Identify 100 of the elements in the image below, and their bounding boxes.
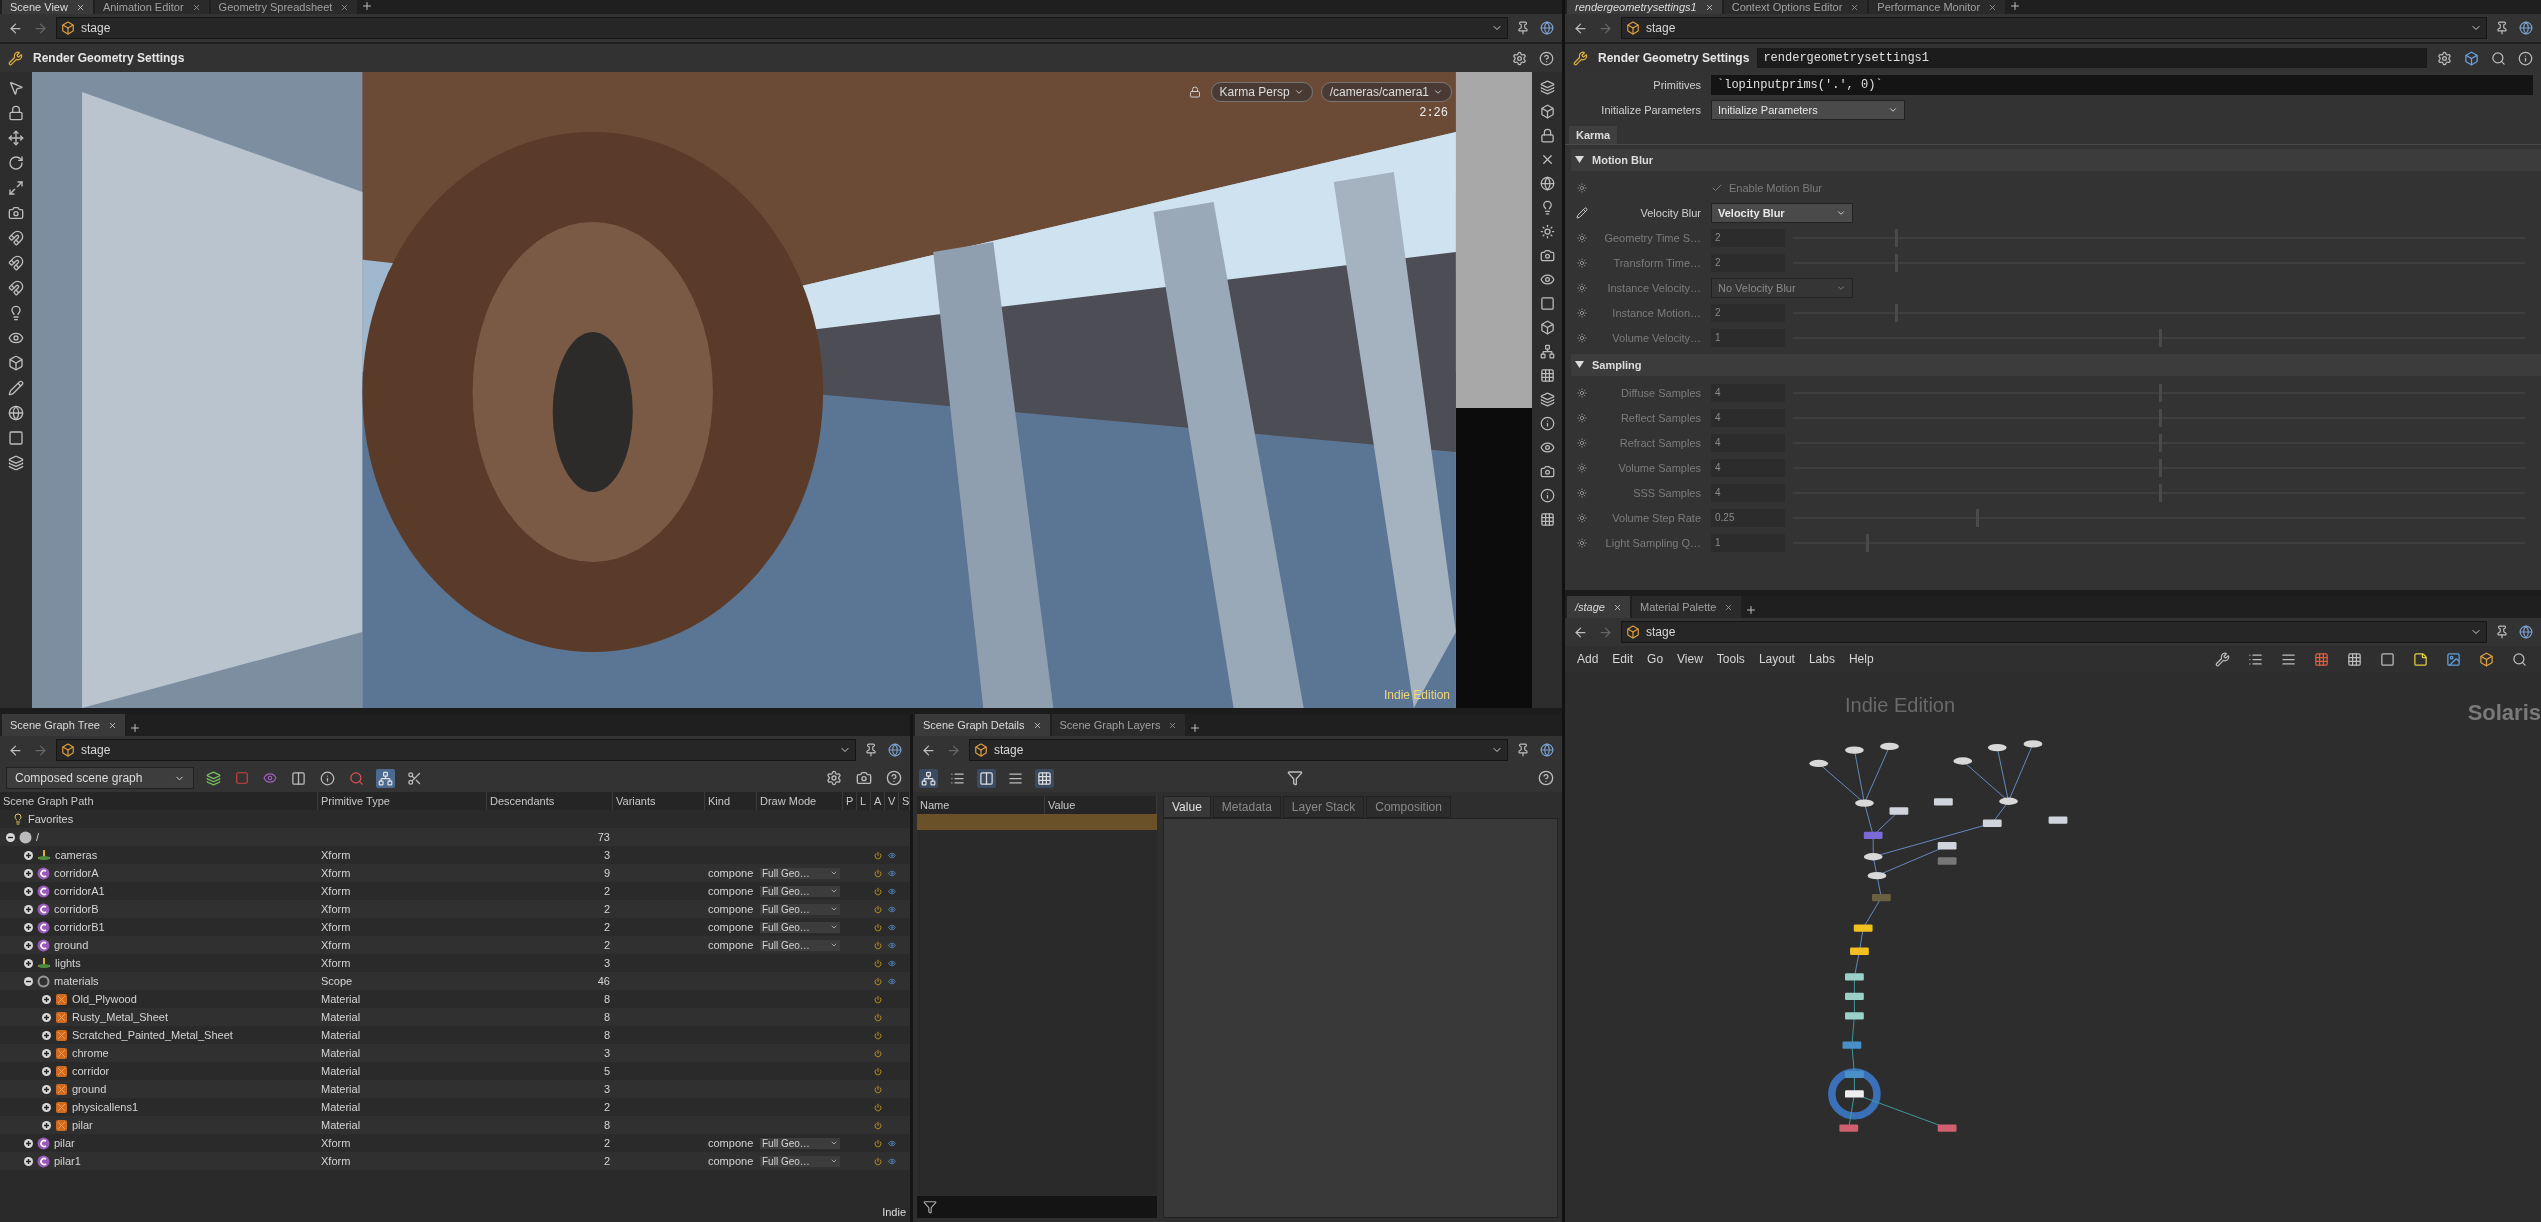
power-icon[interactable] — [874, 849, 882, 861]
expand-icon[interactable] — [24, 922, 33, 932]
camera-menu[interactable]: /cameras/camera1 — [1320, 82, 1452, 102]
close-icon[interactable] — [1988, 2, 1998, 12]
pencil-icon[interactable] — [6, 378, 26, 398]
expand-icon[interactable] — [24, 1156, 33, 1166]
column-header[interactable]: Primitive Type — [318, 792, 487, 810]
magnet-icon[interactable] — [6, 228, 26, 248]
tree-row[interactable]: cameras Xform 3 — [0, 846, 910, 864]
graph-node[interactable] — [1863, 831, 1883, 840]
pane-tab[interactable]: Scene View — [2, 0, 93, 14]
rotate-icon[interactable] — [6, 153, 26, 173]
expand-icon[interactable] — [42, 1120, 51, 1130]
draw-mode-select[interactable]: Full Geo… — [760, 867, 840, 879]
menu-item[interactable]: Add — [1577, 652, 1599, 666]
expand-icon[interactable] — [24, 940, 33, 950]
path-field[interactable]: stage — [969, 739, 1508, 761]
columns-icon[interactable] — [977, 768, 996, 788]
column-header[interactable]: L — [857, 792, 871, 810]
pane-tab[interactable]: Scene Graph Tree — [2, 714, 125, 736]
graph-node[interactable] — [1845, 746, 1864, 754]
tab[interactable]: Metadata — [1212, 796, 1281, 818]
expand-icon[interactable] — [42, 1048, 51, 1058]
power-icon[interactable] — [874, 1047, 882, 1059]
graph-node[interactable] — [1889, 807, 1909, 815]
settings-icon[interactable] — [824, 768, 844, 788]
initialize-button[interactable]: Initialize Parameters — [1711, 100, 1905, 120]
power-icon[interactable] — [874, 975, 882, 987]
collapse-icon[interactable] — [6, 832, 15, 842]
tab[interactable]: Layer Stack — [1282, 796, 1365, 818]
pane-tab[interactable]: rendergeometrysettings1 — [1567, 0, 1722, 14]
graph-node[interactable] — [1845, 1070, 1864, 1079]
expand-icon[interactable] — [42, 1102, 51, 1112]
globe-icon[interactable] — [6, 403, 26, 423]
column-header[interactable]: Scene Graph Path — [0, 792, 318, 810]
folder-tab[interactable]: Karma — [1569, 126, 1618, 144]
close-icon[interactable] — [107, 720, 117, 730]
expand-icon[interactable] — [24, 904, 33, 914]
power-icon[interactable] — [874, 1029, 882, 1041]
graph-node[interactable] — [1839, 1124, 1859, 1132]
primitives-field[interactable]: `lopinputprims('.', 0)` — [1711, 75, 2533, 95]
filter-icon[interactable] — [921, 1198, 939, 1216]
expand-icon[interactable] — [42, 994, 51, 1004]
tree-row[interactable]: pilar Xform 2 compone Full Geo… — [0, 1134, 910, 1152]
close-icon[interactable] — [75, 2, 85, 12]
power-icon[interactable] — [874, 957, 882, 969]
close-icon[interactable] — [191, 2, 201, 12]
graph-node[interactable] — [1987, 743, 2007, 752]
column-header[interactable]: Variants — [613, 792, 705, 810]
path-field[interactable]: stage — [1621, 621, 2487, 643]
tree-row[interactable]: corridorA1 Xform 2 compone Full Geo… — [0, 882, 910, 900]
path-field[interactable]: stage — [56, 17, 1508, 39]
draw-mode-select[interactable]: Full Geo… — [760, 903, 840, 915]
tree-row[interactable]: physicallens1 Material 2 — [0, 1098, 910, 1116]
graph-node[interactable] — [1999, 797, 2018, 805]
column-header[interactable]: Kind — [705, 792, 757, 810]
graph-node[interactable] — [1937, 1124, 1957, 1132]
expand-icon[interactable] — [42, 1012, 51, 1022]
draw-mode-select[interactable]: Full Geo… — [760, 1155, 840, 1167]
tab[interactable]: Composition — [1366, 796, 1451, 818]
magnet-icon[interactable] — [6, 278, 26, 298]
lock-icon[interactable] — [6, 103, 26, 123]
graph-node[interactable] — [1871, 893, 1891, 902]
expand-icon[interactable] — [42, 1066, 51, 1076]
power-icon[interactable] — [874, 1137, 882, 1149]
help-icon[interactable] — [884, 768, 904, 788]
column-header[interactable]: Draw Mode — [757, 792, 843, 810]
graph-node[interactable] — [1982, 819, 2002, 827]
tree-row[interactable]: Favorites — [0, 810, 910, 828]
graph-node[interactable] — [2048, 816, 2068, 824]
menu-item[interactable]: Edit — [1612, 652, 1634, 666]
graph-node[interactable] — [1880, 742, 1899, 751]
column-header[interactable]: A — [871, 792, 885, 810]
graph-node[interactable] — [1934, 798, 1953, 806]
graph-node[interactable] — [1853, 924, 1873, 932]
graph-node[interactable] — [1845, 1012, 1864, 1020]
tab[interactable]: Value — [1163, 796, 1211, 818]
draw-mode-select[interactable]: Full Geo… — [760, 885, 840, 897]
graph-node[interactable] — [1863, 853, 1883, 861]
power-icon[interactable] — [874, 939, 882, 951]
path-field[interactable]: stage — [56, 739, 856, 761]
magnet-icon[interactable] — [6, 253, 26, 273]
tree-row[interactable]: lights Xform 3 — [0, 954, 910, 972]
graph-node[interactable] — [1845, 1090, 1864, 1098]
graph-node[interactable] — [1867, 872, 1887, 880]
close-icon[interactable] — [1850, 2, 1860, 12]
section-header[interactable]: Sampling — [1571, 354, 2541, 376]
menu-item[interactable]: Help — [1848, 652, 1874, 666]
pane-tab[interactable]: Material Palette — [1631, 596, 1742, 618]
graph-node[interactable] — [2023, 740, 2043, 748]
menu-item[interactable]: View — [1677, 652, 1703, 666]
column-header[interactable]: Descendants — [487, 792, 613, 810]
column-header[interactable]: V — [885, 792, 899, 810]
mode-select[interactable]: Composed scene graph — [6, 767, 194, 789]
tree-row[interactable]: Old_Plywood Material 8 — [0, 990, 910, 1008]
close-icon[interactable] — [340, 2, 350, 12]
hierarchy-icon[interactable] — [919, 768, 938, 788]
close-icon[interactable] — [1612, 602, 1622, 612]
menu-item[interactable]: Tools — [1716, 652, 1745, 666]
column-header[interactable]: P — [843, 792, 857, 810]
